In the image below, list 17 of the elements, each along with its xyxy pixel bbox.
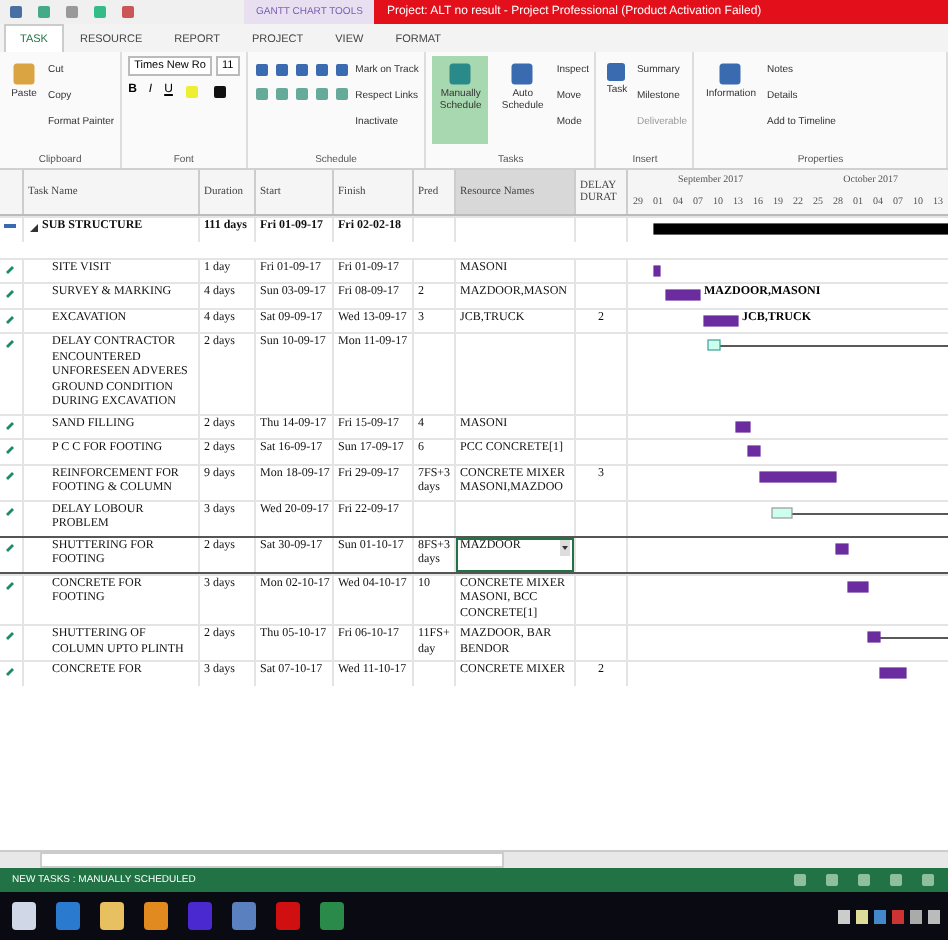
task-bar[interactable] [703,314,739,326]
summary-bar[interactable] [653,223,948,235]
scrollbar[interactable] [40,852,504,868]
dropdown-icon[interactable] [560,539,570,555]
taskbar-app-icon[interactable] [8,898,40,934]
task-bar[interactable] [735,420,751,432]
collapse-icon[interactable] [30,224,38,232]
taskbar-app-icon[interactable] [140,898,172,934]
task-bar[interactable] [759,470,837,482]
task-bar[interactable] [867,631,881,643]
link-line [879,637,948,639]
task-bar[interactable] [835,542,849,554]
summary-icon [4,220,16,232]
taskbar-app-icon[interactable] [96,898,128,934]
task-bar[interactable] [747,445,761,457]
task-bar[interactable] [847,580,869,592]
task-bar[interactable] [653,264,661,276]
